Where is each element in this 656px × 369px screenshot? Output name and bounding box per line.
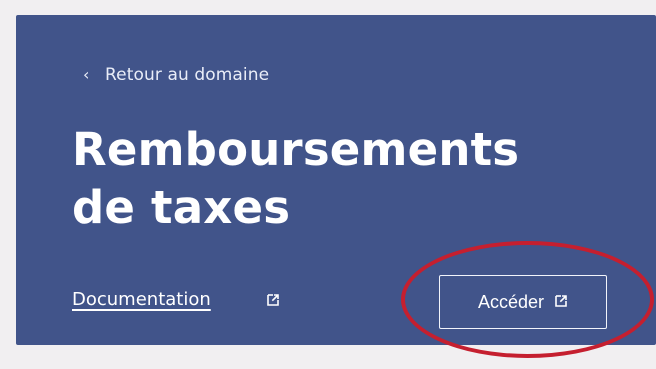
- back-to-domain-link[interactable]: ‹ Retour au domaine: [83, 63, 269, 87]
- page: ‹ Retour au domaine Remboursements de ta…: [0, 0, 656, 369]
- chevron-left-icon: ‹: [83, 65, 90, 84]
- page-title: Remboursements de taxes: [72, 123, 520, 234]
- access-button[interactable]: Accéder: [439, 275, 607, 329]
- access-button-label: Accéder: [477, 291, 545, 312]
- external-link-icon: [266, 292, 280, 306]
- external-link-icon: [554, 292, 568, 313]
- back-link-label: Retour au domaine: [105, 65, 270, 85]
- documentation-link[interactable]: Documentation: [72, 288, 211, 312]
